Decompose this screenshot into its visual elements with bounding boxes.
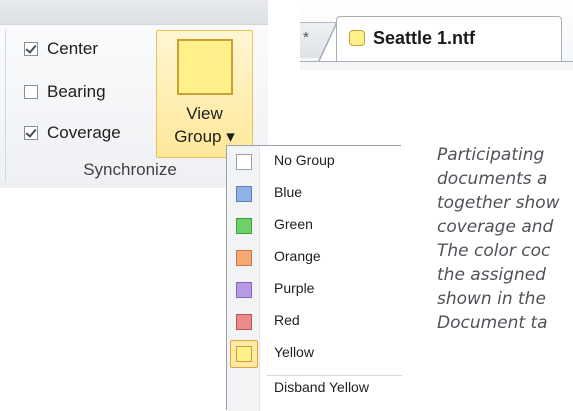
bearing-checkbox-label: Bearing xyxy=(47,82,106,101)
view-group-button[interactable]: View Group ▾ xyxy=(156,30,253,158)
document-tab-title: Seattle 1.ntf xyxy=(373,28,476,48)
menu-item-disband-yellow[interactable]: Disband Yellow xyxy=(274,379,369,395)
view-group-dropdown-menu: No Group Blue Green Orange Purple Red Ye… xyxy=(226,145,402,411)
no-group-swatch-icon xyxy=(236,154,252,170)
caption-text: Participating documents a together show … xyxy=(437,143,573,335)
menu-item-label: Green xyxy=(274,216,313,232)
bearing-checkbox-box[interactable] xyxy=(24,85,38,99)
view-group-label-line1: View xyxy=(186,104,223,123)
caption-line: documents a xyxy=(437,169,548,189)
group-caption: Synchronize xyxy=(83,160,177,179)
checkmark-icon xyxy=(25,42,37,54)
menu-item-red[interactable]: Red xyxy=(227,306,402,338)
menu-item-blue[interactable]: Blue xyxy=(227,178,402,210)
active-document-tab[interactable]: Seattle 1.ntf xyxy=(336,16,562,62)
group-color-dot-icon xyxy=(349,30,365,46)
coverage-checkbox-label: Coverage xyxy=(47,123,121,142)
group-color-swatch-icon xyxy=(177,39,233,95)
checkmark-icon xyxy=(25,126,37,138)
caption-line: coverage and xyxy=(437,217,554,237)
caption-line: Participating xyxy=(437,145,545,165)
center-checkbox[interactable]: Center xyxy=(24,37,98,61)
red-swatch-icon xyxy=(236,314,252,330)
menu-item-green[interactable]: Green xyxy=(227,210,402,242)
menu-item-yellow[interactable]: Yellow xyxy=(227,338,402,370)
coverage-checkbox[interactable]: Coverage xyxy=(24,121,121,145)
menu-item-purple[interactable]: Purple xyxy=(227,274,402,306)
purple-swatch-icon xyxy=(236,282,252,298)
green-swatch-icon xyxy=(236,218,252,234)
caption-line: Document ta xyxy=(437,313,548,333)
modified-indicator: * xyxy=(303,29,309,46)
menu-item-label: Purple xyxy=(274,280,315,296)
menu-item-orange[interactable]: Orange xyxy=(227,242,402,274)
center-checkbox-box[interactable] xyxy=(24,42,38,56)
menu-item-label: Blue xyxy=(274,184,303,200)
caption-line: The color coc xyxy=(437,241,551,261)
coverage-checkbox-box[interactable] xyxy=(24,126,38,140)
caption-line: shown in the xyxy=(437,289,546,309)
ribbon-top-bar xyxy=(0,0,268,25)
bearing-checkbox[interactable]: Bearing xyxy=(24,80,106,104)
menu-item-no-group[interactable]: No Group xyxy=(227,146,402,178)
menu-item-label: Orange xyxy=(274,248,321,264)
view-group-label-line2: Group ▾ xyxy=(174,127,235,146)
ribbon-separator xyxy=(5,30,6,182)
yellow-swatch-icon xyxy=(236,346,252,362)
menu-item-label: Yellow xyxy=(274,344,314,360)
center-checkbox-label: Center xyxy=(47,39,99,58)
caption-line: the assigned xyxy=(437,265,546,285)
menu-item-label: No Group xyxy=(274,152,335,168)
orange-swatch-icon xyxy=(236,250,252,266)
tab-strip-baseline xyxy=(300,61,573,62)
document-tab-strip: * Seattle 1.ntf xyxy=(300,0,573,70)
caption-line: together show xyxy=(437,193,560,213)
menu-item-label: Red xyxy=(274,312,300,328)
menu-separator xyxy=(267,375,402,376)
blue-swatch-icon xyxy=(236,186,252,202)
